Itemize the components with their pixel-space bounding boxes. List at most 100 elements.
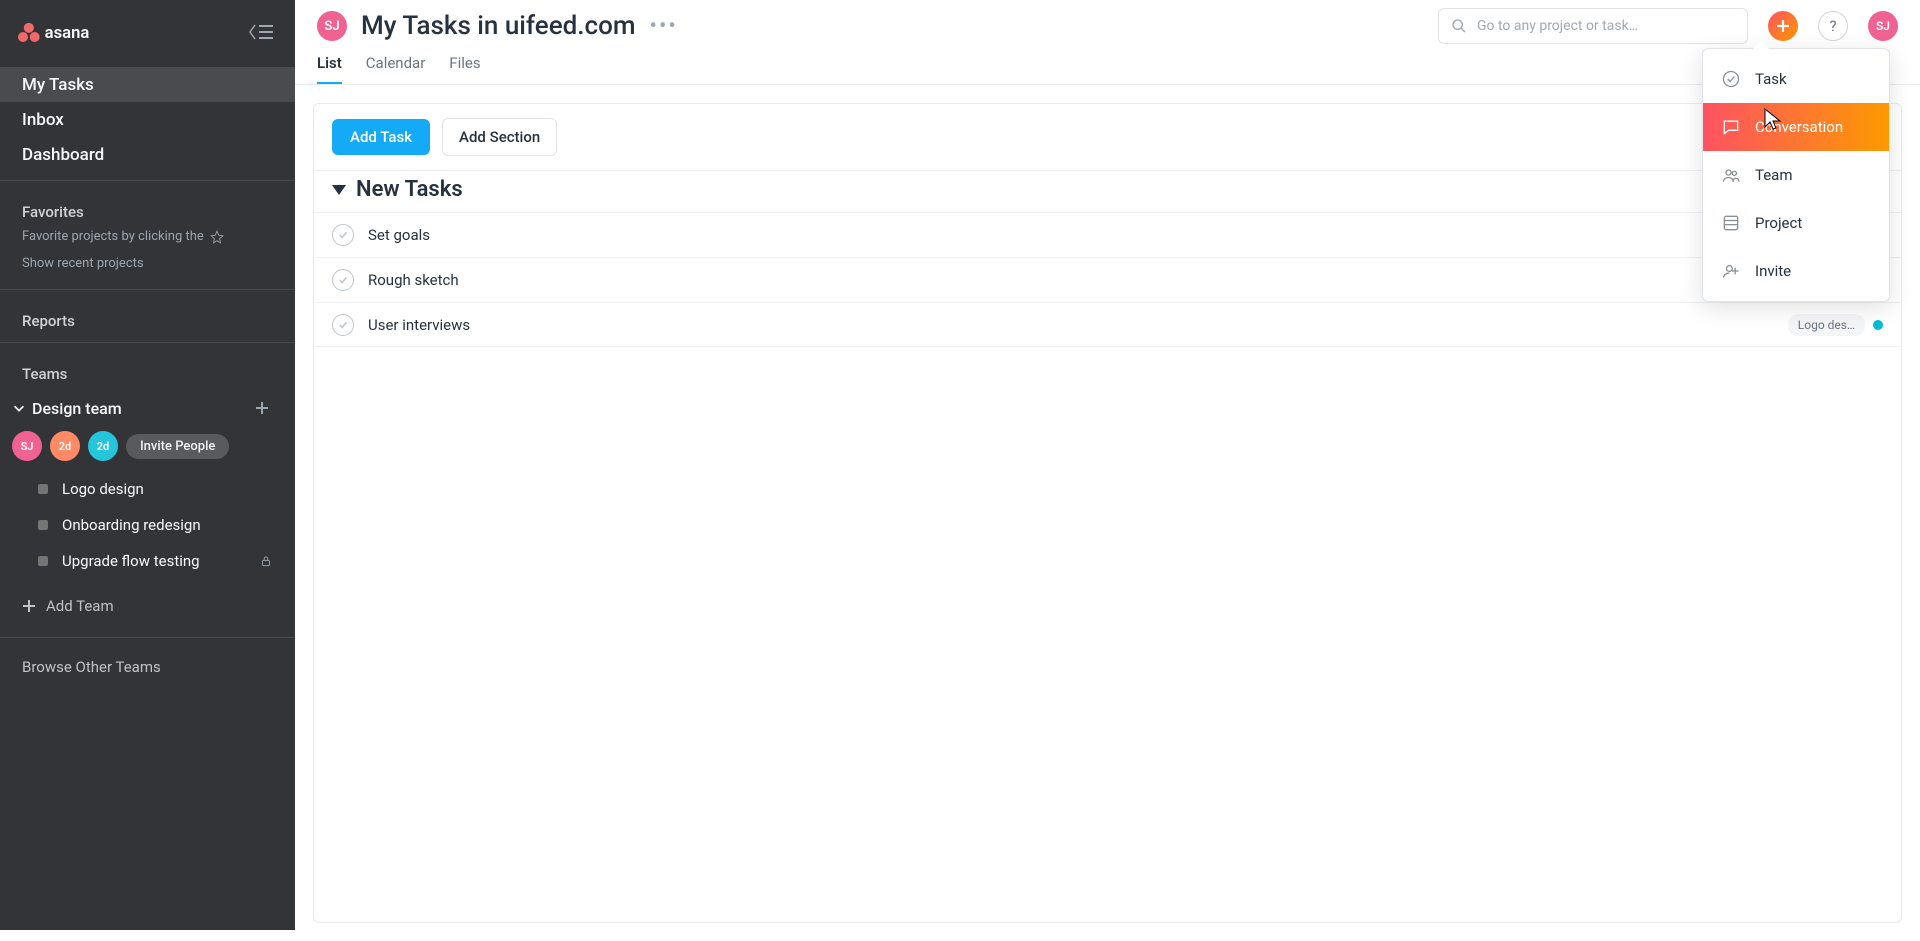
- tab-files[interactable]: Files: [449, 54, 480, 84]
- lock-icon: [259, 554, 273, 568]
- check-circle-icon: [1721, 69, 1741, 89]
- team-name: Design team: [32, 399, 122, 418]
- add-project-icon[interactable]: [251, 397, 273, 419]
- help-button[interactable]: ?: [1818, 11, 1848, 41]
- project-color-dot: [1873, 320, 1883, 330]
- sidebar-item-inbox[interactable]: Inbox: [0, 102, 295, 137]
- project-color-dot: [38, 484, 48, 494]
- menu-item-label: Conversation: [1755, 118, 1843, 136]
- topbar: SJ My Tasks in uifeed.com ••• Go to any …: [295, 0, 1920, 44]
- profile-avatar[interactable]: SJ: [1868, 11, 1898, 41]
- team-icon: [1721, 165, 1741, 185]
- page-title: My Tasks in uifeed.com: [361, 11, 636, 41]
- page-owner-avatar[interactable]: SJ: [317, 11, 347, 41]
- global-search-input[interactable]: Go to any project or task…: [1438, 8, 1748, 44]
- asana-logo[interactable]: asana: [18, 19, 118, 45]
- sidebar-project-item[interactable]: Upgrade flow testing: [0, 543, 295, 579]
- invite-people-button[interactable]: Invite People: [126, 434, 229, 459]
- plus-icon: [1776, 19, 1790, 33]
- menu-item-team[interactable]: Team: [1703, 151, 1889, 199]
- toolbar: Add Task Add Section: [314, 104, 1901, 170]
- add-menu-dropdown: Task Conversation Team Project Invite: [1702, 48, 1890, 302]
- add-section-button[interactable]: Add Section: [442, 118, 557, 156]
- sidebar-project-item[interactable]: Logo design: [0, 471, 295, 507]
- project-name: Upgrade flow testing: [62, 552, 200, 570]
- star-icon: [210, 230, 224, 244]
- avatar[interactable]: SJ: [12, 431, 42, 461]
- tab-calendar[interactable]: Calendar: [366, 54, 426, 84]
- menu-item-conversation[interactable]: Conversation: [1703, 103, 1889, 151]
- sidebar-project-item[interactable]: Onboarding redesign: [0, 507, 295, 543]
- favorites-header: Favorites: [0, 185, 295, 229]
- sidebar-item-label: Dashboard: [22, 145, 104, 165]
- task-row[interactable]: Rough sketch: [314, 257, 1901, 302]
- task-title: Set goals: [368, 226, 430, 244]
- more-options-icon[interactable]: •••: [650, 14, 678, 39]
- task-complete-checkbox[interactable]: [332, 269, 354, 291]
- divider: [0, 342, 295, 343]
- search-placeholder: Go to any project or task…: [1477, 18, 1638, 34]
- section-title: New Tasks: [356, 177, 463, 202]
- task-title: User interviews: [368, 316, 470, 334]
- tasks-section-header[interactable]: New Tasks: [314, 171, 1901, 212]
- browse-other-teams-label: Browse Other Teams: [22, 658, 161, 676]
- browse-other-teams-link[interactable]: Browse Other Teams: [0, 642, 295, 692]
- add-task-button[interactable]: Add Task: [332, 119, 430, 155]
- global-add-button[interactable]: [1768, 11, 1798, 41]
- favorites-hint: Favorite projects by clicking the: [0, 229, 295, 256]
- sidebar-header: asana: [0, 0, 295, 63]
- search-icon: [1451, 18, 1467, 34]
- invite-icon: [1721, 261, 1741, 281]
- divider: [0, 180, 295, 181]
- menu-item-label: Project: [1755, 214, 1802, 232]
- sidebar-item-dashboard[interactable]: Dashboard: [0, 137, 295, 172]
- menu-item-label: Task: [1755, 70, 1787, 88]
- project-color-dot: [38, 556, 48, 566]
- menu-item-invite[interactable]: Invite: [1703, 247, 1889, 295]
- reports-header[interactable]: Reports: [0, 294, 295, 338]
- menu-item-task[interactable]: Task: [1703, 55, 1889, 103]
- tab-list[interactable]: List: [317, 54, 342, 84]
- show-recent-projects-link[interactable]: Show recent projects: [0, 256, 295, 285]
- task-complete-checkbox[interactable]: [332, 224, 354, 246]
- teams-header: Teams: [0, 347, 295, 391]
- main: SJ My Tasks in uifeed.com ••• Go to any …: [295, 0, 1920, 930]
- menu-item-label: Team: [1755, 166, 1793, 184]
- tab-bar: List Calendar Files: [295, 44, 1920, 85]
- sidebar-item-label: Inbox: [22, 110, 64, 130]
- add-team-button[interactable]: Add Team: [0, 579, 295, 633]
- content: Add Task Add Section New Tasks: [295, 85, 1920, 941]
- sidebar-item-my-tasks[interactable]: My Tasks: [0, 67, 295, 102]
- avatar[interactable]: 2d: [50, 431, 80, 461]
- task-complete-checkbox[interactable]: [332, 314, 354, 336]
- topbar-right: Go to any project or task… ? SJ: [1438, 8, 1898, 44]
- task-project-chip[interactable]: Logo des…: [1788, 314, 1865, 336]
- task-row[interactable]: Set goals: [314, 212, 1901, 257]
- sidebar-item-label: My Tasks: [22, 75, 94, 95]
- team-members: SJ 2d 2d Invite People: [0, 423, 295, 471]
- project-name: Logo design: [62, 480, 144, 498]
- sidebar: asana My Tasks Inbox Dashboard Favorites…: [0, 0, 295, 930]
- task-meta: Logo des…: [1788, 314, 1883, 336]
- project-color-dot: [38, 520, 48, 530]
- chat-icon: [1721, 117, 1741, 137]
- favorites-hint-text: Favorite projects by clicking the: [22, 229, 204, 244]
- divider: [0, 289, 295, 290]
- team-row[interactable]: Design team: [0, 391, 295, 423]
- menu-item-label: Invite: [1755, 262, 1791, 280]
- plus-icon: [22, 599, 36, 613]
- project-name: Onboarding redesign: [62, 516, 201, 534]
- sidebar-nav: My Tasks Inbox Dashboard: [0, 63, 295, 176]
- task-title: Rough sketch: [368, 271, 459, 289]
- collapse-sidebar-icon[interactable]: [247, 22, 275, 42]
- tasks-panel: Add Task Add Section New Tasks: [313, 103, 1902, 923]
- menu-item-project[interactable]: Project: [1703, 199, 1889, 247]
- task-row[interactable]: User interviews Logo des…: [314, 302, 1901, 347]
- avatar[interactable]: 2d: [88, 431, 118, 461]
- divider: [0, 637, 295, 638]
- chevron-down-icon: [12, 401, 26, 415]
- show-recent-label: Show recent projects: [22, 256, 144, 271]
- collapse-triangle-icon: [332, 185, 346, 195]
- svg-text:asana: asana: [45, 23, 90, 42]
- add-team-label: Add Team: [46, 597, 114, 615]
